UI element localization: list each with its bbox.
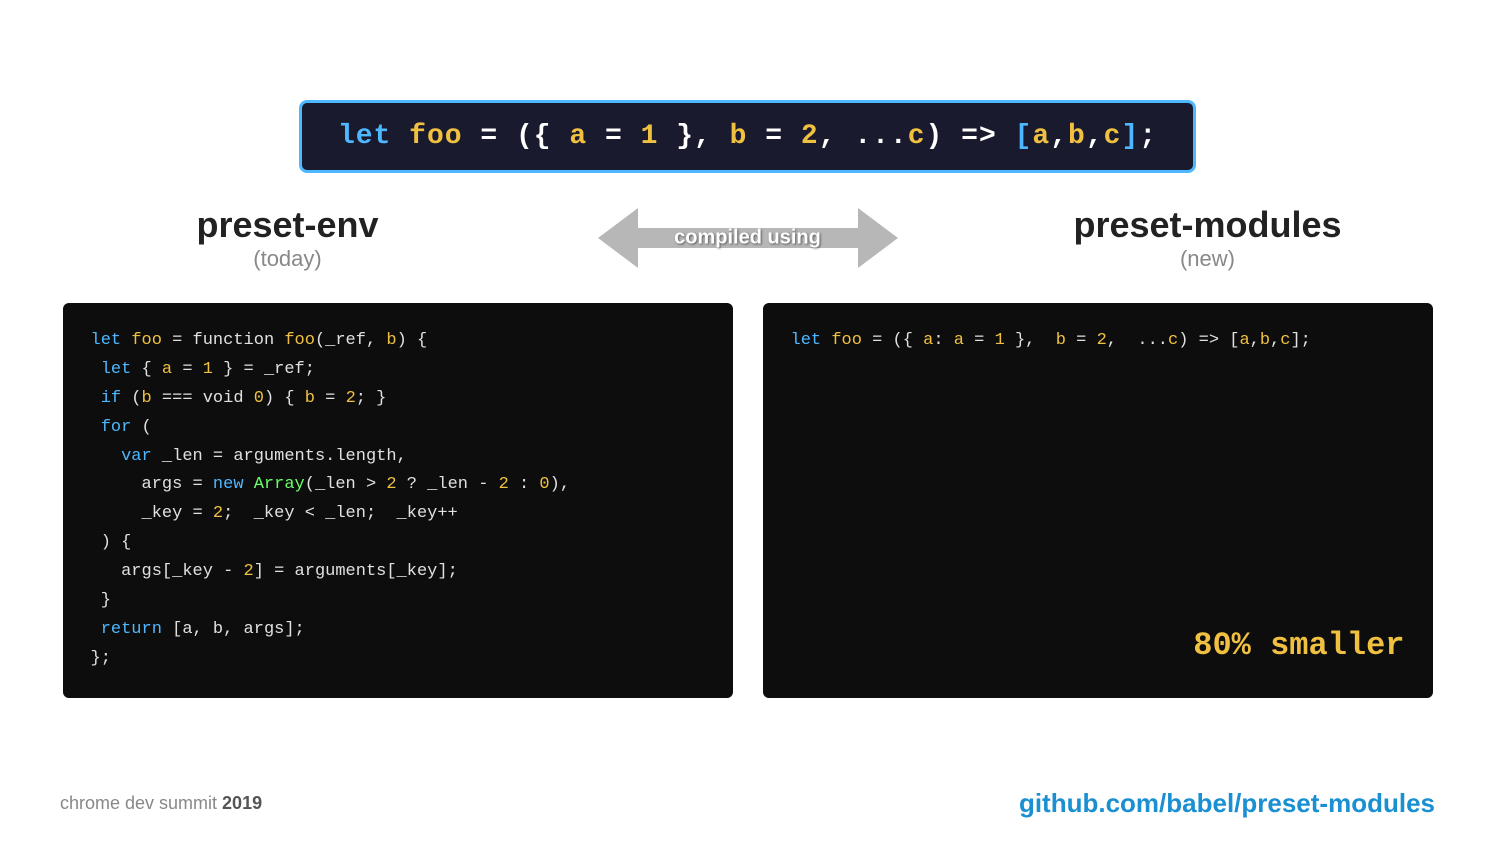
code-bracket-close: ] (1121, 121, 1139, 152)
code-b: b (730, 121, 748, 152)
preset-modules-subtitle: (new) (1068, 246, 1348, 272)
top-code-box: let foo = ({ a = 1 }, b = 2, ...c) => [a… (299, 100, 1196, 173)
code-blocks-row: let foo = function foo(_ref, b) { let { … (48, 303, 1448, 698)
code-c: c (908, 121, 926, 152)
code-comma2: , (1086, 121, 1104, 152)
code-a: a (569, 121, 587, 152)
footer-link[interactable]: github.com/babel/preset-modules (1019, 788, 1435, 819)
preset-modules-label: preset-modules (new) (1068, 204, 1348, 272)
middle-section: preset-env (today) compiled using preset… (148, 203, 1348, 273)
code-line-12: }; (91, 645, 705, 674)
code-line-1: let foo = function foo(_ref, b) { (91, 327, 705, 356)
code-line-5: var _len = arguments.length, (91, 443, 705, 472)
preset-env-label: preset-env (today) (148, 204, 428, 272)
code-eq1: = (587, 121, 640, 152)
smaller-label: 80% smaller (1193, 619, 1404, 673)
right-code-line-1: let foo = ({ a: a = 1 }, b = 2, ...c) =>… (791, 327, 1405, 356)
double-arrow: compiled using (598, 203, 898, 273)
slide: let foo = ({ a = 1 }, b = 2, ...c) => [a… (0, 0, 1495, 847)
footer-summit-text: chrome dev summit (60, 793, 222, 813)
code-c2: c (1104, 121, 1122, 152)
footer-year: 2019 (222, 793, 262, 813)
code-eq2: = (747, 121, 800, 152)
code-a2: a (1032, 121, 1050, 152)
code-rest: , ... (819, 121, 908, 152)
left-code-block: let foo = function foo(_ref, b) { let { … (63, 303, 733, 698)
code-line-8: ) { (91, 529, 705, 558)
preset-env-subtitle: (today) (148, 246, 428, 272)
code-1: 1 (641, 121, 659, 152)
code-line-4: for ( (91, 414, 705, 443)
code-brace: }, (658, 121, 729, 152)
footer-left: chrome dev summit 2019 (60, 793, 262, 814)
preset-env-title: preset-env (148, 204, 428, 246)
code-line-11: return [a, b, args]; (91, 616, 705, 645)
code-semi: ; (1139, 121, 1157, 152)
code-line-9: args[_key - 2] = arguments[_key]; (91, 558, 705, 587)
footer: chrome dev summit 2019 github.com/babel/… (0, 788, 1495, 819)
arrow-text: compiled using (674, 227, 821, 250)
code-comma1: , (1050, 121, 1068, 152)
code-line-2: let { a = 1 } = _ref; (91, 356, 705, 385)
code-2: 2 (801, 121, 819, 152)
code-equals: = ({ (463, 121, 570, 152)
arrow-container: compiled using (588, 203, 908, 273)
code-line-7: _key = 2; _key < _len; _key++ (91, 500, 705, 529)
code-line-6: args = new Array(_len > 2 ? _len - 2 : 0… (91, 471, 705, 500)
code-arrow: ) => (926, 121, 1015, 152)
preset-modules-title: preset-modules (1068, 204, 1348, 246)
code-bracket-open: [ (1015, 121, 1033, 152)
code-let: let (338, 121, 409, 152)
right-code-block: let foo = ({ a: a = 1 }, b = 2, ...c) =>… (763, 303, 1433, 698)
code-line-10: } (91, 587, 705, 616)
code-line-3: if (b === void 0) { b = 2; } (91, 385, 705, 414)
code-foo: foo (409, 121, 462, 152)
code-b2: b (1068, 121, 1086, 152)
